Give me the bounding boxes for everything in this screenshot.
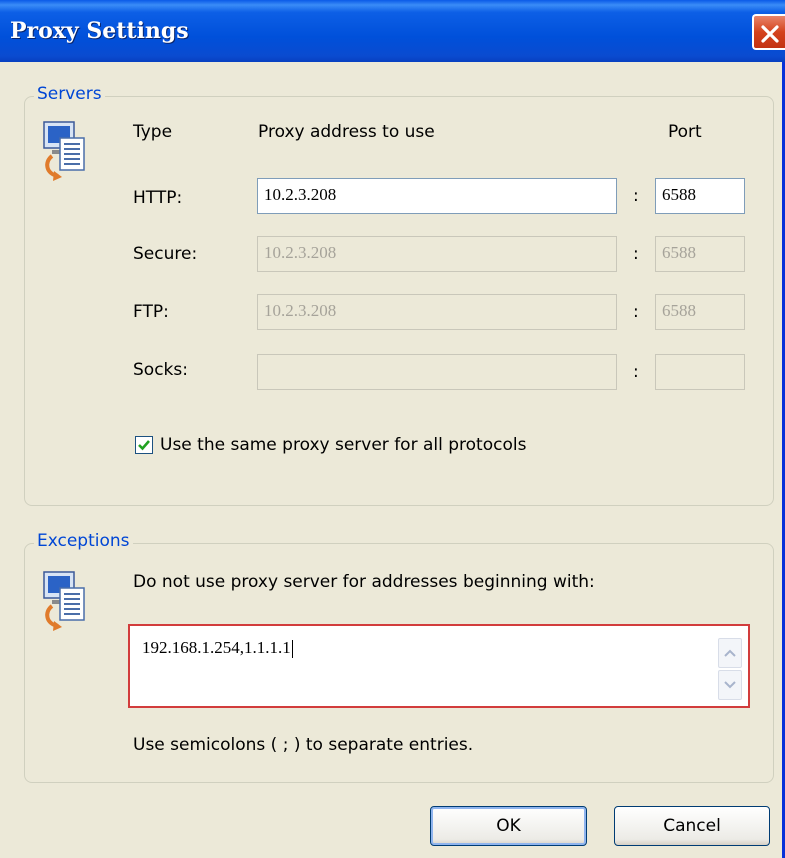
close-icon (761, 25, 779, 43)
servers-legend: Servers (34, 84, 105, 104)
window-title: Proxy Settings (10, 18, 189, 44)
close-button[interactable] (752, 14, 785, 50)
proxy-settings-dialog: Proxy Settings Servers Type Proxy addres… (0, 0, 785, 858)
title-bar[interactable]: Proxy Settings (0, 0, 785, 62)
http-address-input[interactable]: 10.2.3.208 (257, 178, 617, 214)
network-computer-icon (43, 121, 85, 181)
exceptions-value: 192.168.1.254,1.1.1.1 (142, 638, 291, 657)
socks-colon: : (633, 362, 639, 382)
secure-label: Secure: (133, 244, 198, 264)
socks-address-input[interactable] (257, 354, 617, 390)
chevron-down-icon (724, 681, 736, 689)
ftp-colon: : (633, 302, 639, 322)
http-port-input[interactable]: 6588 (655, 178, 745, 214)
http-label: HTTP: (133, 188, 183, 208)
exceptions-textarea[interactable]: 192.168.1.254,1.1.1.1 (128, 624, 750, 708)
ftp-port-input[interactable]: 6588 (655, 294, 745, 330)
cancel-button[interactable]: Cancel (614, 806, 770, 846)
ftp-label: FTP: (133, 302, 169, 322)
socks-label: Socks: (133, 360, 188, 380)
network-computer-icon (43, 571, 85, 631)
socks-port-input[interactable] (655, 354, 745, 390)
address-column-header: Proxy address to use (258, 122, 435, 142)
checkmark-icon (138, 440, 150, 451)
same-proxy-label[interactable]: Use the same proxy server for all protoc… (160, 435, 526, 455)
same-proxy-checkbox[interactable] (135, 436, 153, 454)
ftp-address-input[interactable]: 10.2.3.208 (257, 294, 617, 330)
chevron-up-icon (724, 649, 736, 657)
exceptions-legend: Exceptions (34, 531, 133, 551)
scroll-down-button[interactable] (718, 670, 742, 700)
scroll-up-button[interactable] (718, 638, 742, 668)
secure-address-input[interactable]: 10.2.3.208 (257, 236, 617, 272)
exceptions-description: Do not use proxy server for addresses be… (133, 572, 595, 592)
secure-colon: : (633, 244, 639, 264)
type-column-header: Type (133, 122, 173, 142)
text-caret (291, 640, 293, 659)
http-colon: : (633, 186, 639, 206)
secure-port-input[interactable]: 6588 (655, 236, 745, 272)
exceptions-hint: Use semicolons ( ; ) to separate entries… (133, 735, 474, 755)
ok-button[interactable]: OK (430, 806, 587, 846)
port-column-header: Port (668, 122, 702, 142)
